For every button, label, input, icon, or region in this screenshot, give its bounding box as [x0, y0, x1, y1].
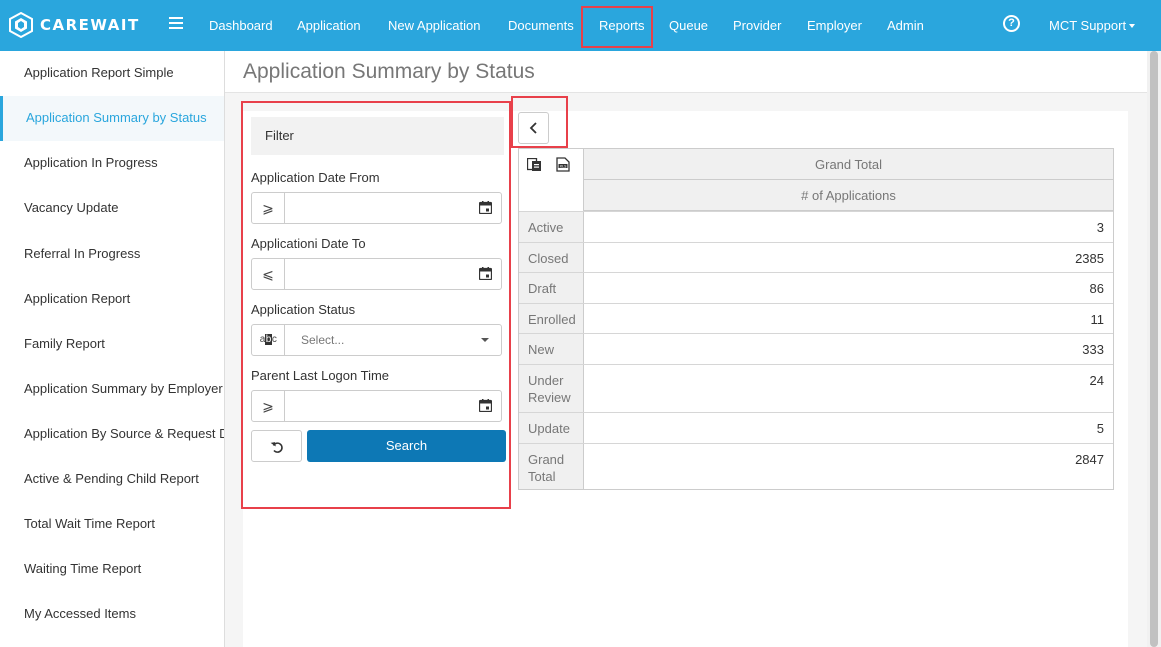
date-to-field[interactable]: ⩽	[251, 258, 502, 290]
date-to-label: Applicationi Date To	[251, 236, 366, 251]
logo-text: CAREWAIT	[40, 16, 140, 34]
app-logo[interactable]: CAREWAIT	[8, 12, 140, 38]
calendar-icon[interactable]	[479, 267, 492, 280]
nav-new-application[interactable]: New Application	[388, 0, 481, 51]
greater-equal-operator-button[interactable]: ⩾	[252, 391, 285, 421]
reset-button[interactable]	[251, 430, 302, 462]
table-row: Draft 86	[519, 272, 1113, 303]
row-value: 5	[583, 413, 1113, 443]
row-value: 2385	[583, 243, 1113, 272]
row-label: Enrolled	[519, 304, 583, 333]
sidebar-item-vacancy-update[interactable]: Vacancy Update	[0, 186, 224, 231]
user-name: MCT Support	[1049, 18, 1127, 33]
nav-dashboard[interactable]: Dashboard	[209, 0, 273, 51]
sidebar-item-application-summary-by-status[interactable]: Application Summary by Status	[0, 96, 224, 141]
svg-text:XLS: XLS	[560, 164, 567, 168]
scrollbar-thumb[interactable]	[1150, 51, 1158, 647]
help-icon[interactable]: ?	[1003, 15, 1020, 32]
sidebar-item-application-summary-by-employer[interactable]: Application Summary by Employer	[0, 367, 224, 412]
calendar-icon[interactable]	[479, 201, 492, 214]
table-row: New 333	[519, 333, 1113, 364]
undo-icon	[270, 442, 283, 453]
sidebar-item-family-report[interactable]: Family Report	[0, 322, 224, 367]
nav-employer[interactable]: Employer	[807, 0, 862, 51]
table-row: Enrolled 11	[519, 303, 1113, 333]
nav-application[interactable]: Application	[297, 0, 361, 51]
calendar-icon[interactable]	[479, 399, 492, 412]
search-button[interactable]: Search	[307, 430, 506, 462]
logon-time-label: Parent Last Logon Time	[251, 368, 390, 383]
row-label: Closed	[519, 243, 583, 272]
caret-down-icon	[1129, 24, 1136, 28]
table-row: Active 3	[519, 211, 1113, 242]
top-navbar: CAREWAIT Dashboard Application New Appli…	[0, 0, 1161, 51]
copy-icon[interactable]	[527, 158, 542, 172]
row-label: New	[519, 334, 583, 364]
logo-icon	[9, 12, 33, 38]
greater-equal-operator-button[interactable]: ⩾	[252, 193, 285, 223]
text-match-icon[interactable]: abc	[252, 325, 285, 355]
sidebar-item-application-in-progress[interactable]: Application In Progress	[0, 141, 224, 186]
collapse-filter-button[interactable]	[518, 112, 549, 144]
less-equal-operator-button[interactable]: ⩽	[252, 259, 285, 289]
row-label: Update	[519, 413, 583, 443]
row-value: 86	[583, 273, 1113, 303]
date-from-field[interactable]: ⩾	[251, 192, 502, 224]
row-label: Draft	[519, 273, 583, 303]
row-value: 333	[583, 334, 1113, 364]
sidebar: Application Report Simple Application Su…	[0, 51, 225, 647]
row-value: 3	[583, 212, 1113, 242]
page-scrollbar[interactable]	[1147, 51, 1161, 647]
sidebar-item-my-accessed-items[interactable]: My Accessed Items	[0, 592, 224, 637]
logon-time-field[interactable]: ⩾	[251, 390, 502, 422]
menu-toggle-icon[interactable]	[169, 17, 183, 31]
status-label: Application Status	[251, 302, 356, 317]
sidebar-item-application-report-simple[interactable]: Application Report Simple	[0, 51, 224, 96]
sidebar-item-active-pending-child-report[interactable]: Active & Pending Child Report	[0, 457, 224, 502]
table-row: Under Review 24	[519, 364, 1113, 412]
row-value: 11	[583, 304, 1113, 333]
nav-provider[interactable]: Provider	[733, 0, 781, 51]
pivot-table: XLS Grand Total # of Applications Active…	[518, 148, 1114, 490]
row-label: Under Review	[519, 365, 583, 412]
status-select[interactable]: abc Select...	[251, 324, 502, 356]
table-corner: XLS	[519, 149, 583, 211]
grand-total-header: Grand Total	[583, 149, 1113, 180]
nav-queue[interactable]: Queue	[669, 0, 708, 51]
date-from-label: Application Date From	[251, 170, 380, 185]
table-row: Closed 2385	[519, 242, 1113, 272]
export-excel-icon[interactable]: XLS	[556, 157, 570, 172]
measure-header: # of Applications	[583, 180, 1113, 211]
table-row: Update 5	[519, 412, 1113, 443]
row-value: 2847	[583, 444, 1113, 489]
page-title: Application Summary by Status	[243, 60, 535, 83]
nav-admin[interactable]: Admin	[887, 0, 924, 51]
sidebar-item-referral-in-progress[interactable]: Referral In Progress	[0, 232, 224, 277]
caret-down-icon	[481, 338, 489, 342]
user-menu[interactable]: MCT Support	[1049, 0, 1136, 51]
sidebar-item-application-report[interactable]: Application Report	[0, 277, 224, 322]
table-row: Grand Total 2847	[519, 443, 1113, 489]
status-select-placeholder: Select...	[301, 333, 345, 347]
row-label: Grand Total	[519, 444, 583, 489]
sidebar-item-application-by-source[interactable]: Application By Source & Request Date	[0, 412, 224, 457]
nav-documents[interactable]: Documents	[508, 0, 574, 51]
row-value: 24	[583, 365, 1113, 412]
chevron-left-icon	[529, 122, 537, 134]
sidebar-item-waiting-time-report[interactable]: Waiting Time Report	[0, 547, 224, 592]
row-label: Active	[519, 212, 583, 242]
nav-reports[interactable]: Reports	[599, 0, 645, 51]
filter-heading: Filter	[251, 117, 504, 155]
sidebar-item-total-wait-time-report[interactable]: Total Wait Time Report	[0, 502, 224, 547]
